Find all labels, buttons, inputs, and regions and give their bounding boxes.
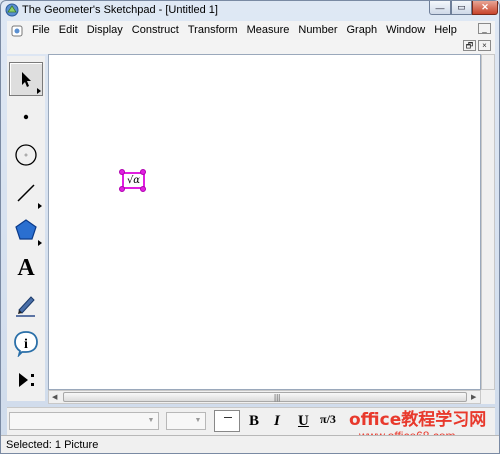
menu-help[interactable]: Help	[430, 21, 462, 40]
text-color-button[interactable]	[214, 410, 240, 432]
vertical-scrollbar[interactable]	[481, 54, 495, 390]
doc-minimize-button[interactable]: _	[478, 23, 491, 34]
maximize-button[interactable]: ▭	[451, 1, 472, 15]
play-more-icon	[19, 373, 34, 387]
minimize-button[interactable]: —	[429, 1, 451, 15]
information-tool[interactable]: i	[9, 326, 43, 360]
title-bar: The Geometer's Sketchpad - [Untitled 1] …	[1, 1, 499, 21]
doc-close-button[interactable]: ×	[478, 40, 491, 51]
tool-expand-icon	[38, 203, 42, 209]
menu-construct[interactable]: Construct	[128, 21, 184, 40]
grip-icon: |||	[274, 393, 281, 402]
pen-icon	[16, 296, 35, 317]
font-size-select[interactable]: ▼	[166, 412, 206, 430]
mdi-controls-bar: 🗗 ×	[7, 40, 495, 54]
math-format-button[interactable]: π/3	[320, 412, 336, 427]
menu-measure[interactable]: Measure	[243, 21, 295, 40]
scroll-corner	[481, 390, 495, 404]
letter-a-icon: A	[17, 254, 35, 281]
text-tool[interactable]: A	[9, 251, 43, 285]
straightedge-tool[interactable]	[9, 176, 43, 210]
pentagon-icon	[15, 219, 37, 240]
circle-icon	[15, 144, 37, 166]
watermark-site-name: office教程学习网	[349, 410, 487, 430]
menu-file[interactable]: File	[28, 21, 55, 40]
menu-edit[interactable]: Edit	[55, 21, 83, 40]
menu-transform[interactable]: Transform	[184, 21, 243, 40]
polygon-tool[interactable]	[9, 213, 43, 247]
doc-close-icon: ×	[482, 41, 487, 50]
custom-tool[interactable]	[9, 363, 43, 397]
sketchpad-app-icon	[5, 3, 19, 17]
close-icon: ✕	[481, 2, 489, 12]
tool-expand-icon	[38, 240, 42, 246]
app-window: The Geometer's Sketchpad - [Untitled 1] …	[0, 0, 500, 454]
selection-handle-top-left[interactable]	[119, 169, 125, 175]
menu-window[interactable]: Window	[382, 21, 430, 40]
underline-button[interactable]: U	[298, 413, 309, 430]
scroll-left-icon[interactable]: ◀	[52, 393, 57, 401]
window-title: The Geometer's Sketchpad - [Untitled 1]	[22, 4, 218, 16]
document-icon[interactable]	[10, 24, 24, 38]
dropdown-arrow-icon: ▼	[147, 417, 155, 424]
menu-number[interactable]: Number	[294, 21, 342, 40]
picture-content: √α	[126, 175, 141, 186]
selection-handle-bottom-right[interactable]	[140, 186, 146, 192]
doc-restore-icon: 🗗	[465, 41, 474, 50]
info-icon: i	[14, 331, 38, 357]
toolbox: A i	[7, 56, 45, 401]
selection-handle-top-right[interactable]	[140, 169, 146, 175]
doc-restore-button[interactable]: 🗗	[463, 40, 476, 51]
point-icon	[23, 114, 29, 120]
svg-text:i: i	[24, 337, 28, 352]
horizontal-scrollbar[interactable]: ◀ ||| ▶	[48, 390, 481, 404]
compass-tool[interactable]	[9, 138, 43, 172]
status-text: Selected: 1 Picture	[6, 439, 99, 451]
segment-icon	[17, 184, 35, 202]
scroll-right-icon[interactable]: ▶	[471, 393, 476, 401]
status-bar: Selected: 1 Picture	[1, 435, 499, 453]
sketch-canvas[interactable]	[48, 54, 481, 390]
menu-display[interactable]: Display	[83, 21, 128, 40]
marker-tool[interactable]	[9, 288, 43, 322]
menu-graph[interactable]: Graph	[343, 21, 383, 40]
font-name-select[interactable]: ▼	[9, 412, 159, 430]
doc-minimize-icon: _	[482, 24, 487, 33]
arrow-icon	[22, 72, 31, 87]
italic-button[interactable]: I	[274, 413, 280, 430]
horizontal-scroll-thumb[interactable]: |||	[63, 392, 467, 402]
close-button[interactable]: ✕	[472, 1, 498, 15]
selection-arrow-tool[interactable]	[9, 62, 43, 96]
bold-button[interactable]: B	[249, 413, 259, 430]
dropdown-arrow-icon: ▼	[194, 417, 202, 424]
menu-bar: File Edit Display Construct Transform Me…	[7, 21, 495, 40]
color-swatch-icon	[224, 417, 232, 418]
minimize-icon: —	[435, 2, 445, 13]
selection-handle-bottom-left[interactable]	[119, 186, 125, 192]
tool-expand-icon	[37, 88, 41, 94]
point-tool[interactable]	[9, 100, 43, 134]
maximize-icon: ▭	[457, 2, 466, 12]
